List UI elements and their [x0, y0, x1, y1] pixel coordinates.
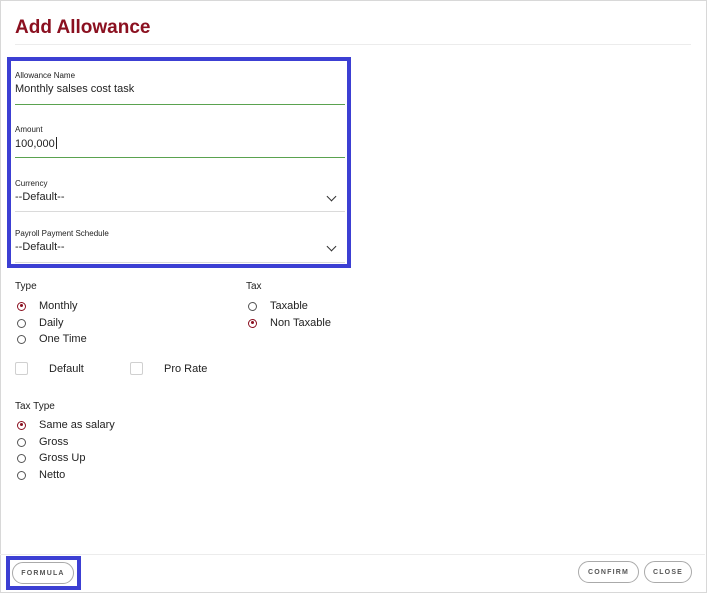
close-button[interactable]: CLOSE	[644, 561, 692, 583]
checkbox-label: Pro Rate	[164, 362, 208, 375]
tax-label: Tax	[246, 281, 262, 292]
tax-type-option-netto[interactable]: Netto	[17, 469, 65, 481]
radio-unselected-icon[interactable]	[17, 334, 26, 344]
type-option-label: One Time	[39, 333, 87, 345]
tax-option-non-taxable[interactable]: Non Taxable	[248, 317, 331, 329]
tax-type-option-label: Same as salary	[39, 419, 115, 431]
type-option-label: Daily	[39, 317, 64, 329]
tax-type-option-same-as-salary[interactable]: Same as salary	[17, 419, 115, 431]
radio-unselected-icon[interactable]	[17, 437, 26, 447]
tax-type-option-label: Gross	[39, 436, 69, 448]
checkbox-icon[interactable]	[130, 362, 143, 375]
type-option-label: Monthly	[39, 300, 78, 312]
type-option-daily[interactable]: Daily	[17, 317, 63, 329]
radio-unselected-icon[interactable]	[17, 470, 26, 480]
confirm-button[interactable]: CONFIRM	[578, 561, 639, 583]
type-label: Type	[15, 281, 37, 292]
radio-selected-icon[interactable]	[17, 420, 26, 430]
title-divider	[15, 44, 691, 45]
highlight-box-formula	[6, 556, 81, 590]
highlight-box-fields	[7, 57, 351, 268]
radio-unselected-icon[interactable]	[248, 301, 257, 311]
footer-divider	[0, 554, 705, 555]
checkbox-icon[interactable]	[15, 362, 28, 375]
radio-unselected-icon[interactable]	[17, 318, 26, 328]
tax-type-option-gross[interactable]: Gross	[17, 436, 68, 448]
tax-type-option-label: Gross Up	[39, 452, 86, 464]
radio-unselected-icon[interactable]	[17, 453, 26, 463]
dialog-title: Add Allowance	[15, 17, 151, 38]
tax-option-label: Non Taxable	[270, 317, 331, 329]
pro-rate-checkbox[interactable]: Pro Rate	[130, 362, 207, 375]
tax-type-option-gross-up[interactable]: Gross Up	[17, 452, 85, 464]
tax-option-label: Taxable	[270, 300, 308, 312]
tax-option-taxable[interactable]: Taxable	[248, 300, 308, 312]
type-option-monthly[interactable]: Monthly	[17, 300, 78, 312]
radio-selected-icon[interactable]	[248, 318, 257, 328]
checkbox-label: Default	[49, 362, 84, 375]
default-checkbox[interactable]: Default	[15, 362, 84, 375]
tax-type-option-label: Netto	[39, 469, 66, 481]
type-option-one-time[interactable]: One Time	[17, 333, 87, 345]
radio-selected-icon[interactable]	[17, 301, 26, 311]
tax-type-label: Tax Type	[15, 401, 55, 412]
